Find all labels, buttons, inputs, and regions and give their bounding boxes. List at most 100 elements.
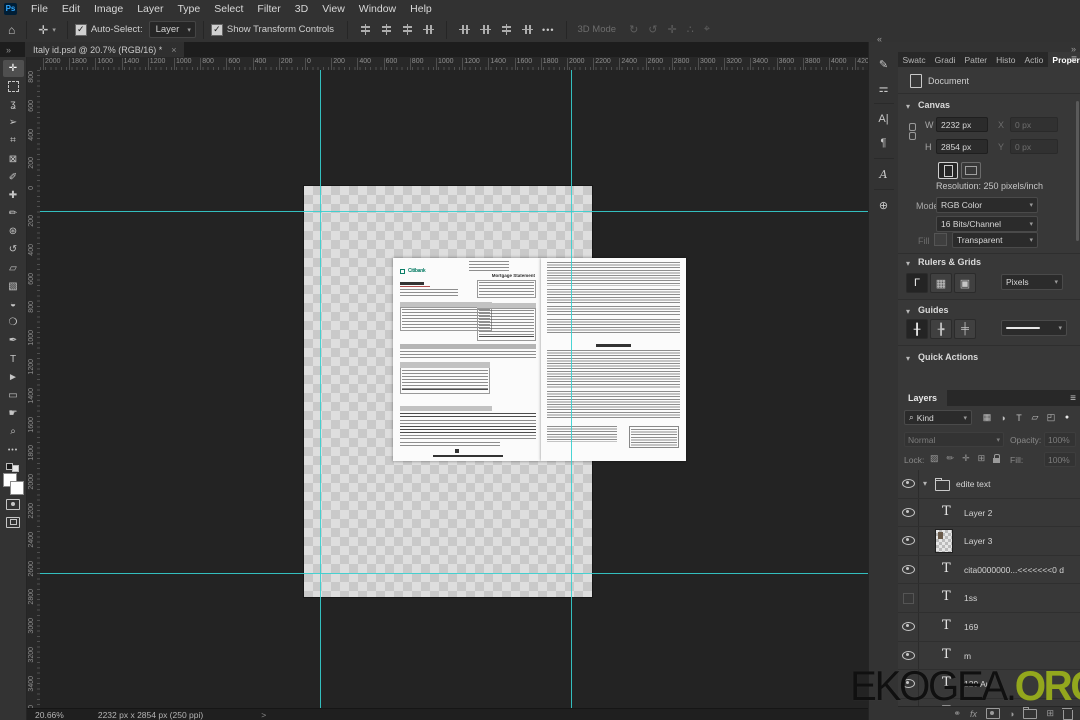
filter-adjustment-layers-icon[interactable]: ◑	[996, 410, 1010, 425]
menu-filter[interactable]: Filter	[250, 1, 287, 17]
align-bottom-edges-icon[interactable]	[401, 24, 414, 35]
eye-icon[interactable]	[901, 565, 915, 575]
align-horizontal-centers-icon[interactable]	[459, 23, 470, 36]
eye-icon[interactable]	[901, 650, 915, 660]
lasso-tool[interactable]: ʓ	[3, 96, 24, 113]
screen-mode-button[interactable]	[3, 514, 24, 531]
bit-depth-dropdown[interactable]: 16 Bits/Channel ▾	[936, 216, 1038, 232]
collapse-caret-icon[interactable]: ▾	[906, 307, 910, 316]
layer-row[interactable]: Tcita0000000...<<<<<<<0 d	[898, 555, 1080, 585]
type-tool[interactable]: T	[3, 351, 24, 368]
layers-tab[interactable]: Layers	[898, 390, 948, 406]
tab-patter[interactable]: Patter	[960, 52, 992, 67]
eyedropper-tool[interactable]: ✐	[3, 169, 24, 186]
character-panel-icon[interactable]: A|	[873, 109, 895, 129]
frame-tool[interactable]: ⊠	[3, 151, 24, 168]
visibility-cell[interactable]	[898, 584, 919, 612]
horizontal-guide[interactable]	[40, 211, 868, 212]
lock-paint-icon[interactable]: ✏	[947, 453, 955, 465]
layer-row[interactable]: T 169	[898, 613, 1080, 642]
lock-all-icon[interactable]	[993, 453, 1001, 465]
menu-edit[interactable]: Edit	[55, 1, 87, 17]
more-options-icon[interactable]: •••	[542, 25, 554, 35]
eye-icon[interactable]	[901, 507, 915, 517]
filter-toggle-icon[interactable]: ●	[1060, 410, 1074, 425]
menu-type[interactable]: Type	[170, 1, 207, 17]
layer-name[interactable]: 169	[964, 622, 978, 632]
expand-panels-icon[interactable]: «	[877, 34, 882, 44]
dodge-tool[interactable]: ❍	[3, 314, 24, 331]
edit-toolbar-button[interactable]: •••	[3, 442, 24, 459]
ruler-origin-corner[interactable]	[27, 57, 41, 71]
menu-select[interactable]: Select	[207, 1, 250, 17]
clear-guides-button[interactable]: ╪	[954, 319, 976, 339]
distribute-vertically-icon[interactable]	[522, 23, 533, 36]
visibility-cell[interactable]	[898, 613, 919, 641]
menu-3d[interactable]: 3D	[288, 1, 315, 17]
chevron-down-icon[interactable]: ▾	[52, 26, 56, 34]
layer-row[interactable]: T Layer 2	[898, 498, 1080, 528]
new-group-icon[interactable]	[1023, 706, 1038, 719]
tool-presets-panel-icon[interactable]: ⚎	[873, 78, 895, 98]
move-tool-options-icon[interactable]: ✛	[38, 23, 48, 37]
crop-tool[interactable]: ⌗	[3, 132, 24, 149]
collapse-caret-icon[interactable]: ▾	[906, 354, 910, 363]
toggle-guides-button[interactable]: ╂	[906, 319, 928, 339]
eraser-tool[interactable]: ▱	[3, 260, 24, 277]
auto-select-target-dropdown[interactable]: Layer ▾	[148, 21, 196, 38]
menu-file[interactable]: File	[24, 1, 55, 17]
ruler-units-dropdown[interactable]: Pixels ▾	[1001, 274, 1063, 290]
layer-name[interactable]: m	[964, 651, 971, 661]
visibility-cell[interactable]	[898, 555, 919, 584]
spot-healing-brush-tool[interactable]: ✚	[3, 187, 24, 204]
hand-tool[interactable]: ☛	[3, 405, 24, 422]
menu-window[interactable]: Window	[352, 1, 403, 17]
eye-icon[interactable]	[901, 479, 915, 489]
fill-dropdown[interactable]: Transparent ▾	[952, 232, 1038, 248]
background-color-swatch[interactable]	[10, 481, 24, 496]
toggle-rulers-button[interactable]: Γ	[906, 273, 928, 293]
filter-pixel-layers-icon[interactable]: ▦	[980, 410, 994, 425]
layer-name[interactable]: edite text	[956, 479, 991, 489]
history-brush-tool[interactable]: ↺	[3, 241, 24, 258]
statement-page-back[interactable]	[541, 258, 686, 461]
visibility-cell[interactable]	[898, 470, 919, 498]
vertical-guide[interactable]	[320, 70, 321, 708]
distribute-horizontally-icon[interactable]	[500, 24, 513, 35]
menu-help[interactable]: Help	[403, 1, 439, 17]
color-swatches[interactable]	[3, 473, 24, 496]
glyphs-panel-icon[interactable]: A	[873, 164, 895, 184]
color-mode-dropdown[interactable]: RGB Color ▾	[936, 197, 1038, 213]
quick-mask-button[interactable]	[3, 496, 24, 513]
statement-page-front[interactable]: Citibank Mortgage Statement	[393, 258, 541, 461]
auto-select-checkbox[interactable]: ✓	[74, 23, 87, 36]
height-field[interactable]: 2854 px	[936, 139, 988, 154]
visibility-cell[interactable]	[898, 498, 919, 527]
tab-overflow-chevron-icon[interactable]: »	[6, 45, 11, 55]
vertical-ruler[interactable]: 800 600 400 200 0 200 400 600 800 1000 1200 1400 160…	[27, 70, 41, 708]
quick-actions-section-label[interactable]: Quick Actions	[918, 352, 978, 362]
show-transform-checkbox[interactable]: ✓	[210, 23, 223, 36]
brush-tool[interactable]: ✏	[3, 205, 24, 222]
tab-histo[interactable]: Histo	[992, 52, 1020, 67]
align-right-edges-icon[interactable]	[480, 23, 491, 36]
gradient-tool[interactable]: ▧	[3, 278, 24, 295]
layer-name[interactable]: Layer 2	[964, 508, 992, 518]
paragraph-panel-icon[interactable]: ¶	[873, 133, 895, 153]
adjustment-layer-icon[interactable]: ◑	[1009, 709, 1014, 719]
filter-shape-layers-icon[interactable]: ▱	[1028, 410, 1042, 425]
layer-thumbnail[interactable]	[936, 530, 952, 553]
align-left-edges-icon[interactable]	[423, 23, 434, 36]
clone-stamp-tool[interactable]: ⊛	[3, 223, 24, 240]
menu-layer[interactable]: Layer	[130, 1, 170, 17]
link-dimensions-icon[interactable]	[909, 122, 916, 141]
toggle-grid-button[interactable]: ▦	[930, 273, 952, 293]
vertical-guide[interactable]	[571, 70, 572, 708]
rulers-grids-section-label[interactable]: Rulers & Grids	[918, 257, 981, 267]
filter-smart-objects-icon[interactable]: ◰	[1044, 410, 1058, 425]
layer-row[interactable]: T 1ss	[898, 584, 1080, 613]
menu-view[interactable]: View	[315, 1, 352, 17]
scrollbar[interactable]	[1076, 101, 1079, 241]
layer-filter-dropdown[interactable]: ⌕ Kind ▾	[904, 410, 972, 425]
layer-name[interactable]: cita0000000...<<<<<<<0 d	[964, 565, 1064, 575]
